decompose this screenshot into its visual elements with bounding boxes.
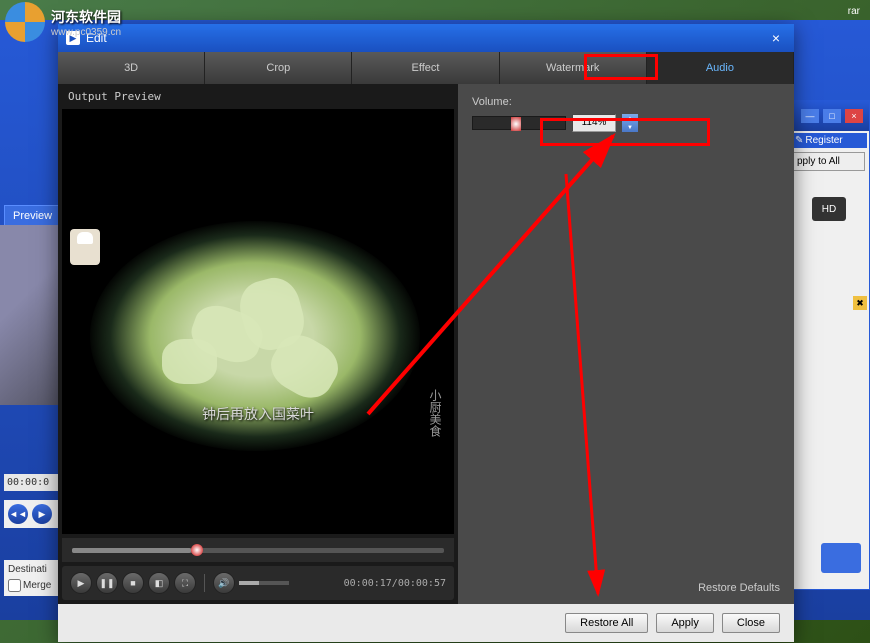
volume-label: Volume: xyxy=(472,96,780,108)
audio-settings-panel: Volume: 114% ▲ ▼ Restore Defaults xyxy=(458,84,794,604)
apply-button[interactable]: Apply xyxy=(656,613,714,633)
seek-bar[interactable] xyxy=(62,538,454,562)
edit-tabs: 3D Crop Effect Watermark Audio xyxy=(58,52,794,84)
stop-button[interactable]: ■ xyxy=(122,572,144,594)
tab-watermark[interactable]: Watermark xyxy=(500,52,647,84)
pencil-icon: ✎ xyxy=(795,135,803,146)
tab-crop[interactable]: Crop xyxy=(205,52,352,84)
edit-dialog: ▶ Edit × 3D Crop Effect Watermark Audio … xyxy=(58,24,794,642)
audio-volume-slider[interactable] xyxy=(472,116,566,130)
fullscreen-button[interactable]: ⛶ xyxy=(174,572,196,594)
preview-panel-label: Preview xyxy=(4,205,61,227)
convert-button[interactable] xyxy=(821,543,861,573)
playback-volume-slider[interactable] xyxy=(239,581,289,585)
restore-all-button[interactable]: Restore All xyxy=(565,613,648,633)
output-preview-label: Output Preview xyxy=(58,84,458,109)
hd-format-badge[interactable]: HD xyxy=(812,197,846,221)
merge-checkbox[interactable] xyxy=(8,579,21,592)
play-button[interactable]: ▶ xyxy=(32,504,52,524)
mute-button[interactable]: 🔊 xyxy=(213,572,235,594)
snapshot-button[interactable]: ◧ xyxy=(148,572,170,594)
video-preview[interactable]: 小厨美食 钟后再放入国菜叶 xyxy=(62,109,454,534)
volume-up-icon[interactable]: ▲ xyxy=(622,114,638,123)
register-button[interactable]: ✎ Register xyxy=(791,133,867,148)
volume-slider-thumb[interactable] xyxy=(511,117,521,131)
playback-time: 00:00:17/00:00:57 xyxy=(344,578,446,589)
play-pause-button[interactable]: ▶ xyxy=(70,572,92,594)
seek-thumb[interactable] xyxy=(191,544,203,556)
prev-button[interactable]: ◄◄ xyxy=(8,504,28,524)
edit-footer: Restore All Apply Close xyxy=(58,604,794,642)
edit-close-button[interactable]: × xyxy=(766,30,786,46)
volume-spinner[interactable]: ▲ ▼ xyxy=(622,114,638,132)
restore-defaults-link[interactable]: Restore Defaults xyxy=(698,582,780,594)
main-play-controls: ◄◄ ▶ xyxy=(4,500,59,528)
site-watermark: 河东软件园 www.pc0359.cn xyxy=(5,2,121,42)
apply-to-all-button[interactable]: pply to All xyxy=(793,152,865,171)
playback-controls: ▶ ❚❚ ■ ◧ ⛶ 🔊 00:00:17/00:00:57 xyxy=(62,566,454,600)
video-subtitle: 钟后再放入国菜叶 xyxy=(62,404,454,424)
maximize-button[interactable]: □ xyxy=(823,109,841,123)
desktop-rar-label: rar xyxy=(848,6,860,17)
main-preview-thumbnail xyxy=(0,225,58,405)
chef-badge-icon xyxy=(70,229,100,265)
main-time-display: 00:00:0 xyxy=(4,474,59,491)
right-settings-window: — □ × ✎ Register pply to All HD ✖ xyxy=(788,100,870,590)
edit-titlebar: ▶ Edit × xyxy=(58,24,794,52)
tab-effect[interactable]: Effect xyxy=(352,52,499,84)
volume-value-input[interactable]: 114% xyxy=(572,114,616,132)
minimize-button[interactable]: — xyxy=(801,109,819,123)
scroll-warning-icon[interactable]: ✖ xyxy=(853,296,867,310)
close-window-button[interactable]: × xyxy=(845,109,863,123)
close-button[interactable]: Close xyxy=(722,613,780,633)
tab-3d[interactable]: 3D xyxy=(58,52,205,84)
destination-panel: Destinati Merge xyxy=(4,560,59,596)
tab-audio[interactable]: Audio xyxy=(647,52,794,84)
volume-down-icon[interactable]: ▼ xyxy=(622,123,638,132)
preview-panel: Output Preview 小厨美食 钟后再放入国菜叶 ▶ ❚❚ ■ ◧ ⛶ … xyxy=(58,84,458,604)
pause-button[interactable]: ❚❚ xyxy=(96,572,118,594)
